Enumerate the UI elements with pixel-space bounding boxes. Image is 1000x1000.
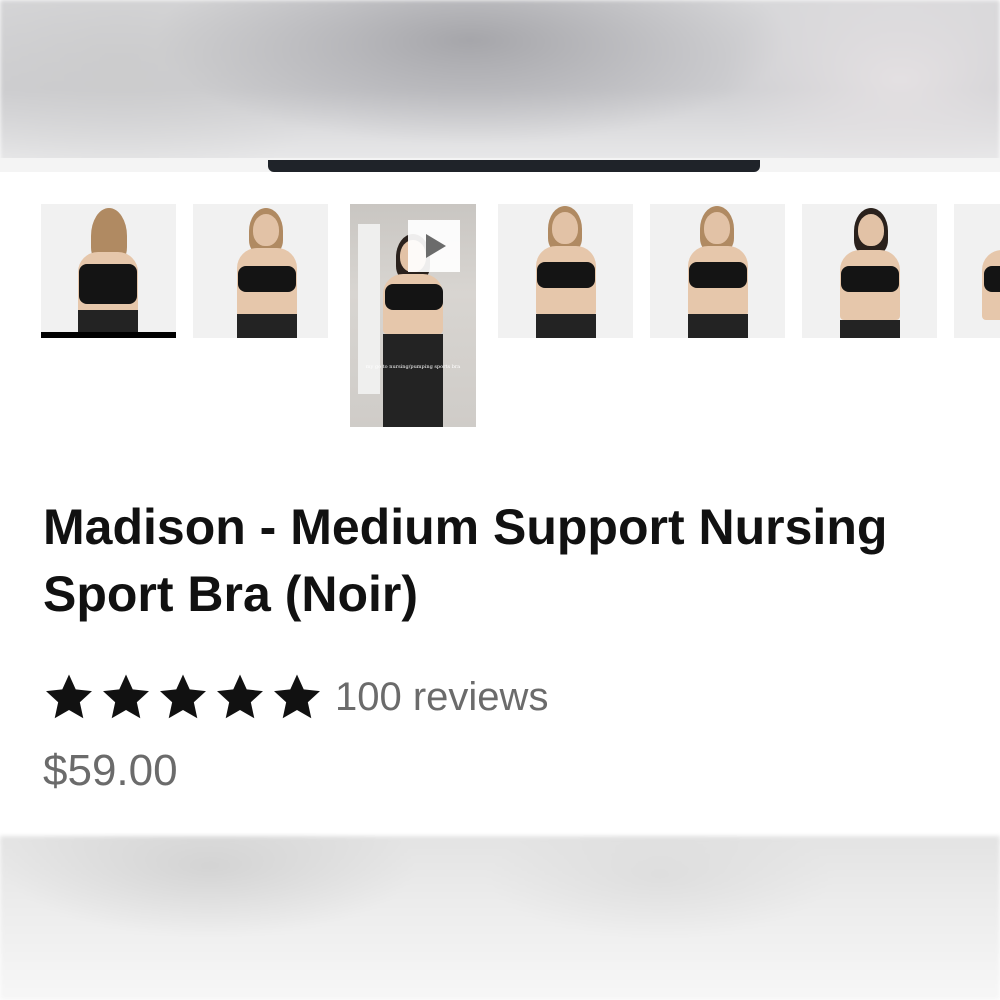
thumbnail-bra <box>841 266 899 292</box>
star-icon <box>217 674 263 719</box>
gallery-thumbnail-video[interactable]: my go to nursing/pumping sports bra <box>350 204 476 427</box>
blurred-backdrop-bottom <box>0 836 1000 1000</box>
gallery-thumbnail-5[interactable] <box>650 204 785 338</box>
star-rating <box>42 671 324 723</box>
rating-row[interactable]: 100 reviews <box>42 669 548 725</box>
thumbnail-pants <box>237 314 297 338</box>
blurred-backdrop-top <box>0 0 1000 162</box>
thumbnail-pants <box>840 320 900 338</box>
reviews-link[interactable]: 100 reviews <box>335 675 548 720</box>
thumbnail-bra <box>79 264 137 304</box>
video-caption: my go to nursing/pumping sports bra <box>365 364 461 370</box>
thumbnail-leggings <box>383 334 443 427</box>
thumbnail-bra <box>385 284 443 310</box>
thumbnail-bra <box>689 262 747 288</box>
hero-image-bottom <box>268 160 760 172</box>
product-title: Madison - Medium Support Nursing Sport B… <box>43 499 888 622</box>
star-icon <box>46 674 92 719</box>
gallery-thumbnail-4[interactable] <box>498 204 633 338</box>
thumbnail-face <box>858 214 884 246</box>
thumbnail-bra <box>238 266 296 292</box>
star-icon <box>103 674 149 719</box>
thumbnail-face <box>552 212 578 244</box>
active-thumbnail-indicator <box>41 332 176 338</box>
thumbnail-pants <box>688 314 748 338</box>
product-panel: my go to nursing/pumping sports bra Madi… <box>0 172 1000 836</box>
thumbnail-bra <box>984 266 1000 292</box>
gallery-thumbnail-1[interactable] <box>41 204 176 338</box>
star-icon <box>274 674 320 719</box>
thumbnail-face <box>704 212 730 244</box>
screenshot-frame: my go to nursing/pumping sports bra Madi… <box>0 0 1000 1000</box>
thumbnail-pants <box>536 314 596 338</box>
gallery-thumbnail-7[interactable] <box>954 204 1000 338</box>
product-price: $59.00 <box>43 746 178 795</box>
star-icon <box>160 674 206 719</box>
gallery-thumbnail-2[interactable] <box>193 204 328 338</box>
thumbnail-face <box>253 214 279 246</box>
play-icon <box>426 234 446 258</box>
thumbnail-bra <box>537 262 595 288</box>
gallery-thumbnail-6[interactable] <box>802 204 937 338</box>
play-button[interactable] <box>408 220 460 272</box>
